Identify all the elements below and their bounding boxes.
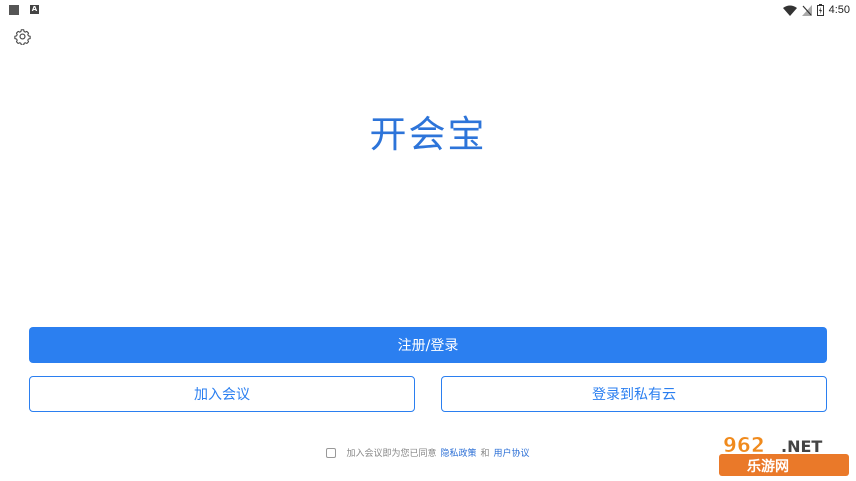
svg-text:.NET: .NET (781, 437, 822, 456)
wifi-icon (782, 5, 797, 16)
no-signal-icon (801, 4, 812, 16)
svg-text:乐游网: 乐游网 (747, 458, 789, 475)
privacy-policy-link[interactable]: 隐私政策 (440, 446, 476, 459)
gear-icon[interactable] (14, 28, 31, 45)
notification-square-icon (9, 5, 19, 15)
status-icons: 4:50 (782, 2, 850, 18)
agreement-and: 和 (480, 449, 490, 459)
status-bar: A 4:50 (0, 0, 856, 20)
svg-text:962: 962 (723, 433, 765, 457)
agreement-checkbox[interactable] (326, 447, 337, 458)
battery-icon (816, 4, 824, 16)
watermark-logo: 962 .NET 乐游网 (719, 433, 849, 476)
user-agreement-link[interactable]: 用户协议 (494, 446, 530, 459)
clock: 4:50 (828, 4, 850, 16)
register-login-button[interactable]: 注册/登录 (29, 327, 827, 363)
login-private-cloud-button[interactable]: 登录到私有云 (441, 376, 827, 412)
join-meeting-button[interactable]: 加入会议 (29, 376, 415, 412)
notification-a-icon: A (30, 5, 39, 14)
app-title: 开会宝 (369, 113, 487, 156)
agreement-prefix: 加入会议即为您已同意 (346, 449, 437, 459)
